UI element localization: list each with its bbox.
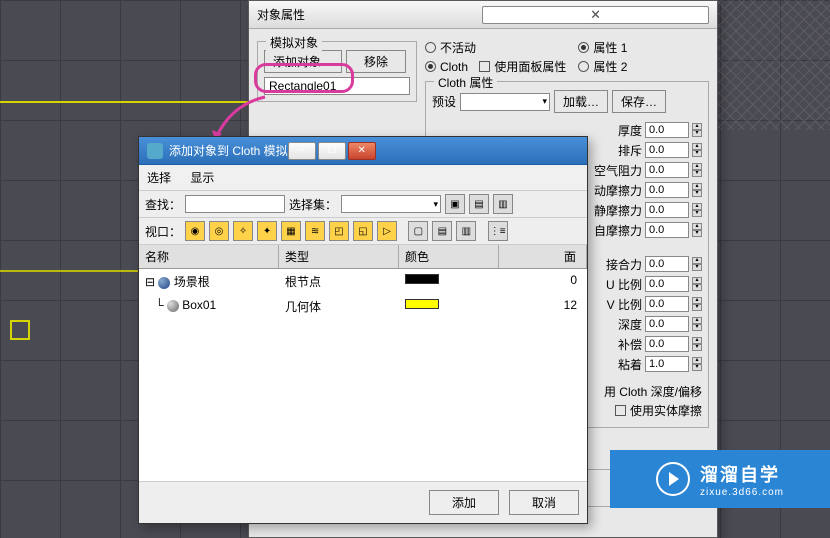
add-button[interactable]: 添加 bbox=[429, 490, 499, 515]
radio-inactive[interactable]: 不活动 bbox=[425, 39, 566, 56]
seam-input[interactable] bbox=[645, 256, 689, 272]
row-name: 场景根 bbox=[174, 275, 210, 289]
globe-icon bbox=[158, 277, 170, 289]
menu-display[interactable]: 显示 bbox=[190, 171, 214, 185]
watermark-url: zixue.3d66.com bbox=[700, 487, 784, 498]
object-list-item[interactable]: Rectangle01 bbox=[264, 77, 410, 95]
row-name: Box01 bbox=[182, 298, 216, 312]
filter-icon-3[interactable]: ▥ bbox=[493, 194, 513, 214]
wireframe-preview bbox=[710, 0, 830, 130]
view-mode-icon-3[interactable]: ▥ bbox=[456, 221, 476, 241]
minimize-button[interactable]: ─ bbox=[288, 142, 316, 160]
col-face[interactable]: 面 bbox=[499, 245, 587, 268]
selection-set-dropdown[interactable] bbox=[341, 195, 441, 213]
tool-icon-1[interactable]: ◉ bbox=[185, 221, 205, 241]
repel-input[interactable] bbox=[645, 142, 689, 158]
list-header: 名称 类型 颜色 面 bbox=[139, 245, 587, 269]
air-input[interactable] bbox=[645, 162, 689, 178]
use-panel-check[interactable] bbox=[479, 61, 490, 72]
watermark-brand: 溜溜自学 bbox=[700, 461, 784, 487]
preset-label: 预设 bbox=[432, 93, 456, 110]
filter-icon-1[interactable]: ▣ bbox=[445, 194, 465, 214]
solid-friction-check[interactable] bbox=[615, 405, 626, 416]
filter-icon-2[interactable]: ▤ bbox=[469, 194, 489, 214]
row-face: 0 bbox=[499, 271, 587, 292]
app-icon bbox=[147, 143, 163, 159]
child-title: 添加对象到 Cloth 模拟 bbox=[169, 142, 288, 159]
simulate-objects-group: 模拟对象 添加对象… 移除 Rectangle01 bbox=[257, 41, 417, 102]
row-type: 根节点 bbox=[279, 271, 399, 292]
tool-icon-7[interactable]: ◰ bbox=[329, 221, 349, 241]
col-color[interactable]: 颜色 bbox=[399, 245, 499, 268]
vscale-input[interactable] bbox=[645, 296, 689, 312]
parent-title: 对象属性 bbox=[257, 6, 482, 23]
list-row[interactable]: └ Box01 几何体 12 bbox=[139, 294, 587, 319]
save-button[interactable]: 保存… bbox=[612, 90, 666, 113]
spin-down-icon[interactable]: ▾ bbox=[692, 130, 702, 137]
play-icon bbox=[656, 462, 690, 496]
tool-icon-3[interactable]: ✧ bbox=[233, 221, 253, 241]
close-icon[interactable]: 🗙 bbox=[482, 6, 709, 24]
uscale-input[interactable] bbox=[645, 276, 689, 292]
viewport-label: 视口： bbox=[145, 223, 181, 240]
viewport-toolbar: 视口： ◉ ◎ ✧ ✦ ▦ ≋ ◰ ◱ ▷ ▢ ▤ ▥ ⋮≡ bbox=[139, 218, 587, 245]
option-icon[interactable]: ⋮≡ bbox=[488, 221, 508, 241]
selset-label: 选择集： bbox=[289, 196, 337, 213]
tool-icon-6[interactable]: ≋ bbox=[305, 221, 325, 241]
sticky-input[interactable] bbox=[645, 356, 689, 372]
color-swatch bbox=[405, 299, 439, 309]
tool-icon-9[interactable]: ▷ bbox=[377, 221, 397, 241]
guide-line-2 bbox=[0, 270, 140, 272]
offset-input[interactable] bbox=[645, 336, 689, 352]
spin-up-icon[interactable]: ▴ bbox=[692, 123, 702, 130]
row-type: 几何体 bbox=[279, 296, 399, 317]
depth-input[interactable] bbox=[645, 316, 689, 332]
radio-prop2[interactable]: 属性 2 bbox=[578, 58, 627, 75]
statfric-input[interactable] bbox=[645, 202, 689, 218]
col-type[interactable]: 类型 bbox=[279, 245, 399, 268]
dynfric-input[interactable] bbox=[645, 182, 689, 198]
tool-icon-8[interactable]: ◱ bbox=[353, 221, 373, 241]
close-button[interactable]: ✕ bbox=[348, 142, 376, 160]
child-menubar: 选择 显示 bbox=[139, 165, 587, 191]
list-row[interactable]: ⊟ 场景根 根节点 0 bbox=[139, 269, 587, 294]
color-swatch bbox=[405, 274, 439, 284]
child-footer: 添加 取消 bbox=[139, 481, 587, 523]
watermark: 溜溜自学 zixue.3d66.com bbox=[610, 450, 830, 508]
preset-dropdown[interactable] bbox=[460, 93, 550, 111]
cloth-group-label: Cloth 属性 bbox=[434, 74, 497, 91]
search-input[interactable] bbox=[185, 195, 285, 213]
maximize-button[interactable]: ☐ bbox=[318, 142, 346, 160]
tool-icon-5[interactable]: ▦ bbox=[281, 221, 301, 241]
tool-icon-2[interactable]: ◎ bbox=[209, 221, 229, 241]
add-object-button[interactable]: 添加对象… bbox=[264, 50, 342, 73]
remove-button[interactable]: 移除 bbox=[346, 50, 406, 73]
thickness-input[interactable] bbox=[645, 122, 689, 138]
add-object-dialog: 添加对象到 Cloth 模拟 ─ ☐ ✕ 选择 显示 查找： 选择集： ▣ ▤ … bbox=[138, 136, 588, 524]
sim-group-label: 模拟对象 bbox=[266, 34, 322, 51]
sphere-icon bbox=[167, 300, 179, 312]
child-titlebar[interactable]: 添加对象到 Cloth 模拟 ─ ☐ ✕ bbox=[139, 137, 587, 165]
col-name[interactable]: 名称 bbox=[139, 245, 279, 268]
tool-icon-4[interactable]: ✦ bbox=[257, 221, 277, 241]
view-mode-icon-2[interactable]: ▤ bbox=[432, 221, 452, 241]
load-button[interactable]: 加载… bbox=[554, 90, 608, 113]
search-label: 查找： bbox=[145, 196, 181, 213]
menu-select[interactable]: 选择 bbox=[147, 171, 171, 185]
selection-box bbox=[10, 320, 30, 340]
radio-prop1[interactable]: 属性 1 bbox=[578, 39, 627, 56]
object-list[interactable]: ⊟ 场景根 根节点 0 └ Box01 几何体 12 bbox=[139, 269, 587, 499]
radio-cloth[interactable]: Cloth 使用面板属性 bbox=[425, 58, 566, 75]
selffric-input[interactable] bbox=[645, 222, 689, 238]
row-face: 12 bbox=[499, 296, 587, 317]
search-toolbar: 查找： 选择集： ▣ ▤ ▥ bbox=[139, 191, 587, 218]
child-cancel-button[interactable]: 取消 bbox=[509, 490, 579, 515]
view-mode-icon-1[interactable]: ▢ bbox=[408, 221, 428, 241]
parent-titlebar[interactable]: 对象属性 🗙 bbox=[249, 1, 717, 29]
